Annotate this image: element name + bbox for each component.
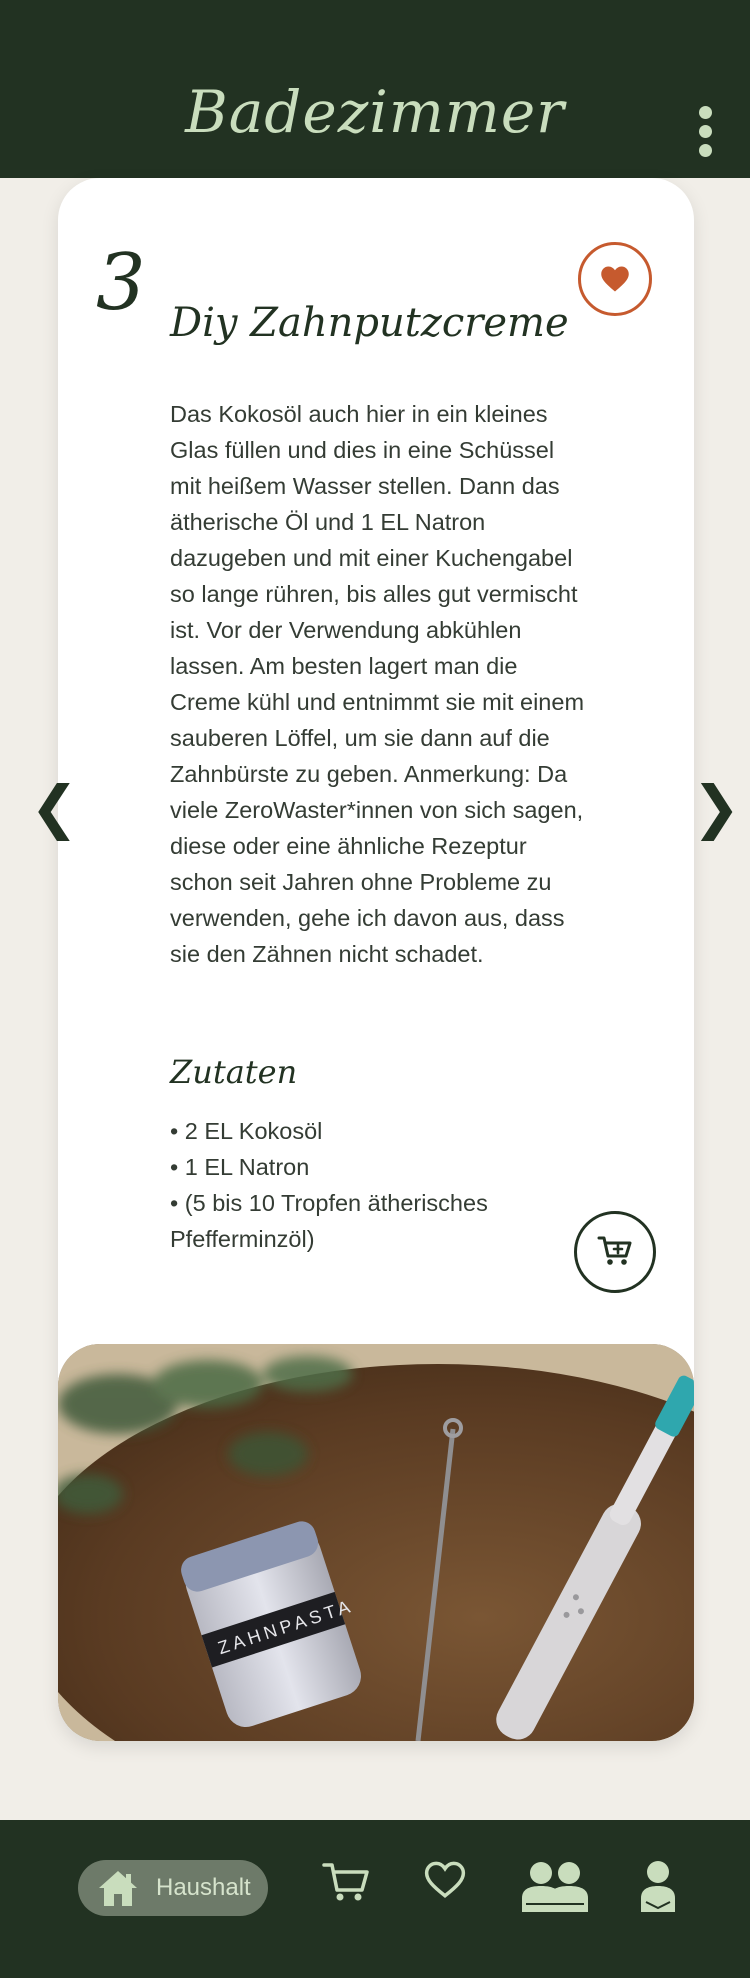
nav-item-cart[interactable] [322,1860,370,1908]
step-number: 3 [96,238,146,328]
nav-item-label: Haushalt [156,1874,251,1901]
app-header: Badezimmer [0,0,750,178]
profile-icon [641,1861,675,1912]
recipe-photo: ZAHNPASTA [58,1344,694,1741]
ingredients-list: 2 EL Kokosöl 1 EL Natron (5 bis 10 Tropf… [170,1113,550,1257]
chevron-right-icon: ❯ [692,773,741,841]
menu-dot [699,125,712,138]
recipe-card: 3 Diy Zahnputzcreme Das Kokosöl auch hie… [58,178,694,1741]
add-to-cart-button[interactable] [574,1211,656,1293]
menu-dot [699,144,712,157]
previous-button[interactable]: ❮ [30,778,79,836]
recipe-instructions: Das Kokosöl auch hier in ein kleines Gla… [170,401,585,967]
chevron-left-icon: ❮ [30,773,79,841]
nav-item-favorites[interactable] [424,1860,466,1904]
house-icon [99,1871,137,1906]
favorite-button[interactable] [578,242,652,316]
nav-item-profile[interactable] [640,1860,676,1916]
page-title: Badezimmer [185,78,565,146]
nav-item-community[interactable] [520,1860,590,1916]
bottom-navigation: Haushalt [0,1820,750,1978]
cart-icon [322,1863,369,1901]
heart-icon [601,266,629,292]
heart-icon [424,1861,466,1898]
ingredient-item: (5 bis 10 Tropfen ätherisches Pfeffermin… [170,1185,550,1257]
menu-dot [699,106,712,119]
ingredient-item: 1 EL Natron [170,1149,550,1185]
ingredients-heading: Zutaten [170,1053,298,1091]
cart-plus-icon [597,1236,632,1265]
toothpaste-photo: ZAHNPASTA [58,1344,694,1741]
community-icon [522,1862,588,1912]
more-options-button[interactable] [698,106,714,162]
nav-item-haushalt[interactable]: Haushalt [78,1860,268,1916]
ingredient-item: 2 EL Kokosöl [170,1113,550,1149]
next-button[interactable]: ❯ [692,778,741,836]
recipe-title: Diy Zahnputzcreme [170,300,569,346]
